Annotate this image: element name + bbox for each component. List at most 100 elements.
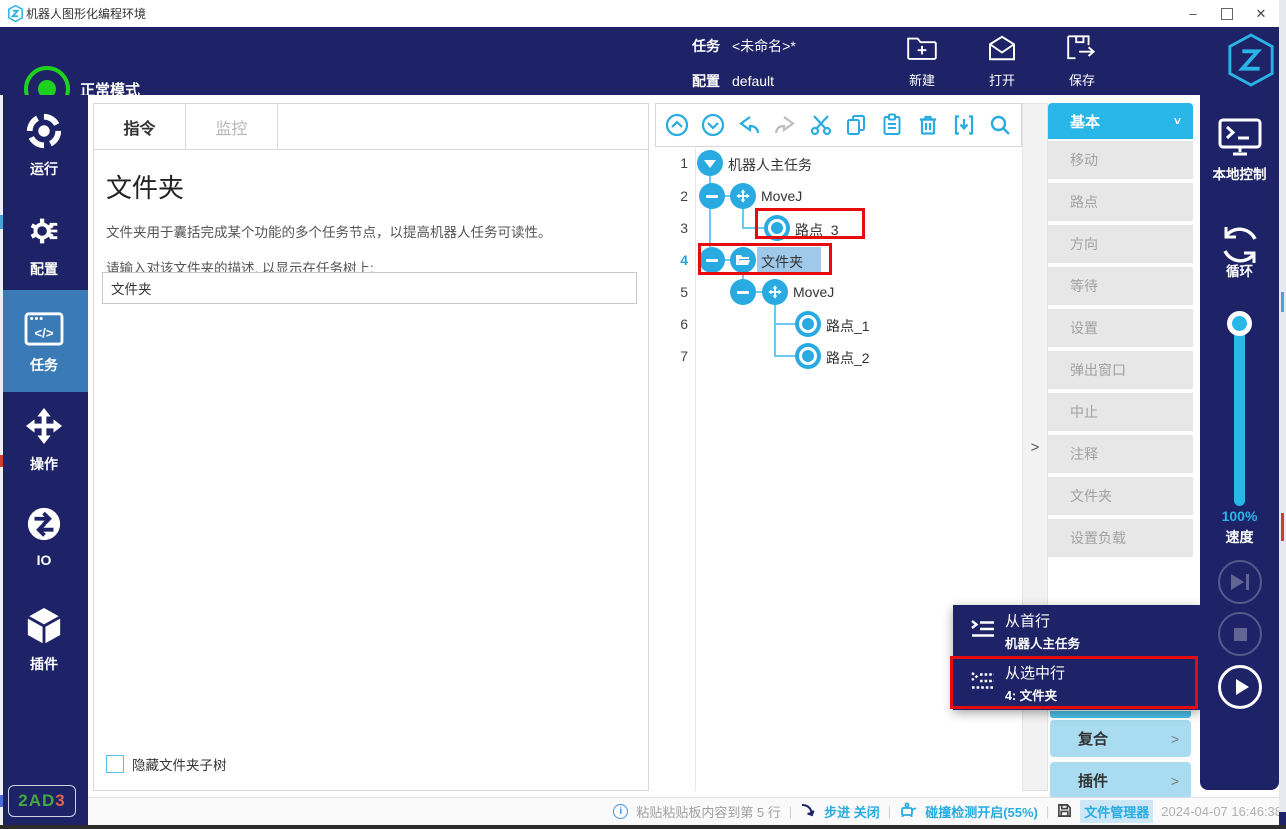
config-label: 配置 [692, 73, 720, 89]
config-value: default [732, 73, 774, 89]
tree-row-number: 5 [660, 284, 688, 300]
sidebar-task-label: 任务 [0, 355, 88, 375]
command-item-wait[interactable]: 等待 [1048, 267, 1193, 305]
open-task-button[interactable]: 打开 [972, 34, 1032, 89]
movej-node-icon[interactable] [730, 183, 756, 209]
tree-number-divider [695, 147, 696, 791]
step-mode-icon [800, 802, 816, 821]
sidebar-item-operate[interactable]: 操作 [0, 407, 88, 474]
movej-node-icon[interactable] [762, 279, 788, 305]
waypoint-node-icon[interactable] [795, 311, 821, 337]
robot-id-badge: 2AD3 [8, 785, 76, 817]
search-icon[interactable] [987, 112, 1013, 138]
command-item-payload[interactable]: 设置负载 [1048, 519, 1193, 557]
sidebar-operate-label: 操作 [0, 454, 88, 474]
maximize-button[interactable] [1210, 0, 1244, 27]
command-item-folder[interactable]: 文件夹 [1048, 477, 1193, 515]
file-manager-link[interactable]: 文件管理器 [1080, 800, 1153, 823]
paste-icon[interactable] [879, 112, 905, 138]
annotation-box-menu-item [950, 656, 1198, 709]
maximize-icon [1221, 8, 1233, 20]
tree-node-label[interactable]: MoveJ [761, 188, 802, 204]
command-item-waypoint[interactable]: 路点 [1048, 183, 1193, 221]
redo-icon[interactable] [772, 112, 798, 138]
folder-name-input[interactable] [102, 272, 637, 304]
sidebar-item-io[interactable]: IO [0, 505, 88, 568]
new-file-icon [906, 49, 938, 66]
minimize-button[interactable]: – [1176, 0, 1210, 27]
collision-detect-status[interactable]: 碰撞检测开启(55%) [925, 802, 1038, 821]
speed-slider-track[interactable] [1234, 322, 1245, 506]
sidebar-config-label: 配置 [0, 259, 88, 279]
stop-button[interactable] [1218, 612, 1262, 656]
command-item-popup[interactable]: 弹出窗口 [1048, 351, 1193, 389]
sidebar-item-run[interactable]: 运行 [0, 112, 88, 179]
sidebar-item-plugin[interactable]: 插件 [0, 607, 88, 674]
badge-red-part: 3 [55, 791, 65, 811]
collapse-node-icon[interactable] [730, 279, 756, 305]
new-task-label: 新建 [892, 70, 952, 89]
root-node-icon[interactable] [697, 150, 723, 176]
command-panel-sliver [1050, 711, 1191, 718]
tab-monitor[interactable]: 监控 [186, 104, 278, 149]
config-row: 配置 default [692, 71, 774, 91]
file-manager-icon [1057, 803, 1072, 821]
command-item-abort[interactable]: 中止 [1048, 393, 1193, 431]
undo-icon[interactable] [736, 112, 762, 138]
save-icon [1066, 49, 1098, 66]
svg-text:</>: </> [34, 325, 53, 340]
command-group-plugin[interactable]: 插件 > [1050, 762, 1191, 799]
collapse-node-icon[interactable] [699, 183, 725, 209]
local-control-icon[interactable] [1218, 118, 1262, 163]
sidebar-item-task[interactable]: </> 任务 [0, 290, 88, 392]
move-up-icon[interactable] [664, 112, 690, 138]
open-file-icon [987, 49, 1017, 66]
folder-description-1: 文件夹用于囊括完成某个功能的多个任务节点，以提高机器人任务可读性。 [106, 221, 636, 241]
waypoint-node-icon[interactable] [795, 343, 821, 369]
command-item-direction[interactable]: 方向 [1048, 225, 1193, 263]
tree-node-label[interactable]: 路点_2 [826, 348, 870, 368]
tree-row-number: 3 [660, 220, 688, 236]
hide-subtree-checkbox[interactable] [106, 755, 124, 773]
tree-row-number: 6 [660, 316, 688, 332]
tree-node-label[interactable]: 路点_1 [826, 316, 870, 336]
command-group-compound[interactable]: 复合 > [1050, 720, 1191, 757]
cube-icon [25, 632, 63, 649]
speed-slider-handle[interactable] [1227, 311, 1252, 336]
tree-node-label[interactable]: 机器人主任务 [728, 155, 812, 175]
step-mode-status[interactable]: 步进 关闭 [824, 802, 880, 821]
command-item-move[interactable]: 移动 [1048, 141, 1193, 179]
save-task-button[interactable]: 保存 [1052, 34, 1112, 89]
taskbar-edge [0, 825, 1286, 829]
step-forward-icon [1231, 574, 1249, 590]
menu-item-from-first-line[interactable]: 从首行 机器人主任务 [953, 605, 1200, 657]
tree-node-label[interactable]: MoveJ [793, 284, 834, 300]
sidebar-io-label: IO [0, 552, 88, 568]
tree-connector [774, 323, 796, 325]
copy-icon[interactable] [843, 112, 869, 138]
command-group-plugin-label: 插件 [1078, 770, 1108, 791]
sidebar-item-config[interactable]: 配置 [0, 212, 88, 279]
play-button[interactable] [1218, 665, 1262, 709]
tree-connector [742, 209, 744, 228]
command-item-comment[interactable]: 注释 [1048, 435, 1193, 473]
close-button[interactable]: ✕ [1244, 0, 1278, 27]
move-down-icon[interactable] [700, 112, 726, 138]
new-task-button[interactable]: 新建 [892, 34, 952, 89]
task-label: 任务 [692, 38, 720, 54]
loop-label: 循环 [1200, 260, 1279, 280]
separator: | [1046, 804, 1049, 819]
local-control-label: 本地控制 [1200, 163, 1279, 183]
separator: | [888, 804, 891, 819]
delete-icon[interactable] [915, 112, 941, 138]
chevron-right-icon: > [1031, 439, 1040, 456]
command-item-set[interactable]: 设置 [1048, 309, 1193, 347]
brand-logo-icon [1226, 32, 1276, 93]
step-button[interactable] [1218, 560, 1262, 604]
window-title: 机器人图形化编程环境 [26, 5, 146, 22]
command-group-basic[interactable]: 基本 ˅ [1048, 103, 1193, 139]
tab-instruction[interactable]: 指令 [94, 104, 186, 149]
insert-icon[interactable] [951, 112, 977, 138]
io-exchange-icon [25, 530, 63, 547]
cut-icon[interactable] [808, 112, 834, 138]
